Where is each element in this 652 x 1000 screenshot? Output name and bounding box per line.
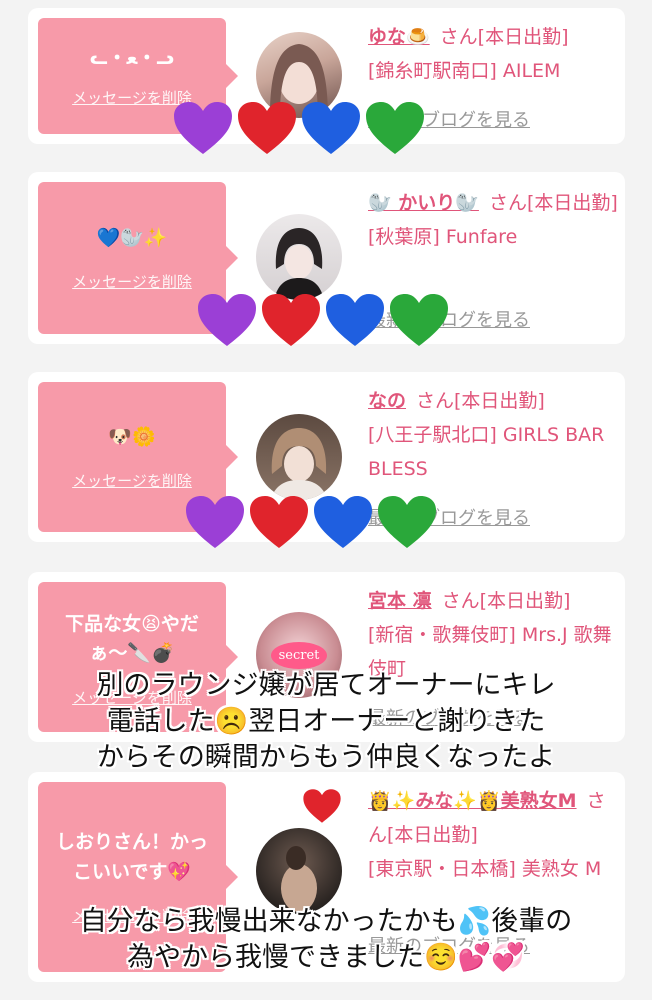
red-heart-icon [250, 496, 308, 548]
cast-info: 👸✨みな✨👸美熟女M さん[本日出勤] [東京駅・日本橋] 美熟女 M [368, 790, 606, 880]
red-heart-icon [303, 789, 341, 823]
red-heart-icon [238, 102, 296, 154]
message-text: 🐶🌼 [108, 425, 156, 448]
overlay-caption: 自分なら我慢出来なかったかも💦後輩の 為やから我慢できました☺️💕💞 [79, 906, 573, 973]
message-text: 下品な女😫やだぁ〜🔪💣 [65, 613, 199, 665]
red-heart-icon [262, 294, 320, 346]
blue-heart-icon [326, 294, 384, 346]
green-heart-icon [366, 102, 424, 154]
message-text: しおりさん！かっこいいです💖 [55, 831, 208, 883]
heart-sticker-row [196, 292, 450, 348]
cast-info: ゆな🍮 さん[本日出勤] [錦糸町駅南口] AILEM [368, 26, 569, 82]
purple-heart-icon [174, 102, 232, 154]
overlay-caption: 別のラウンジ嬢が居てオーナーにキレ 電話した☹️翌日オーナーと謝りきた からその… [96, 670, 556, 773]
message-text: 💙🦭✨ [96, 226, 168, 249]
green-heart-icon [390, 294, 448, 346]
cast-info: なの さん[本日出勤] [八王子駅北口] GIRLS BAR BLESS [368, 390, 605, 480]
message-text: ᓚ・ﻌ・ᓗ [89, 46, 175, 69]
heart-sticker-row [172, 100, 426, 156]
avatar[interactable] [256, 214, 342, 300]
secret-badge: secret [270, 641, 328, 669]
cast-info: 🦭 かいり🦭 さん[本日出勤] [秋葉原] Funfare [368, 192, 618, 248]
shop-location: [東京駅・日本橋] 美熟女 M [368, 858, 602, 880]
shop-location: [八王子駅北口] GIRLS BAR BLESS [368, 424, 605, 480]
shop-location: [錦糸町駅南口] AILEM [368, 60, 561, 82]
green-heart-icon [378, 496, 436, 548]
purple-heart-icon [198, 294, 256, 346]
cast-name-link[interactable]: ゆな🍮 [368, 26, 430, 48]
cast-name-link[interactable]: なの [368, 390, 406, 412]
delete-message-link[interactable]: メッセージを削除 [72, 271, 192, 292]
purple-heart-icon [186, 496, 244, 548]
heart-sticker-row [184, 494, 438, 550]
delete-message-link[interactable]: メッセージを削除 [72, 470, 192, 491]
blue-heart-icon [314, 496, 372, 548]
shop-location: [秋葉原] Funfare [368, 226, 518, 248]
cast-name-link[interactable]: 宮本 凛 [368, 590, 432, 612]
cast-name-link[interactable]: 👸✨みな✨👸美熟女M [368, 790, 577, 812]
cast-name-link[interactable]: 🦭 かいり🦭 [368, 192, 479, 214]
blue-heart-icon [302, 102, 360, 154]
avatar[interactable] [256, 414, 342, 500]
avatar[interactable] [256, 828, 342, 914]
